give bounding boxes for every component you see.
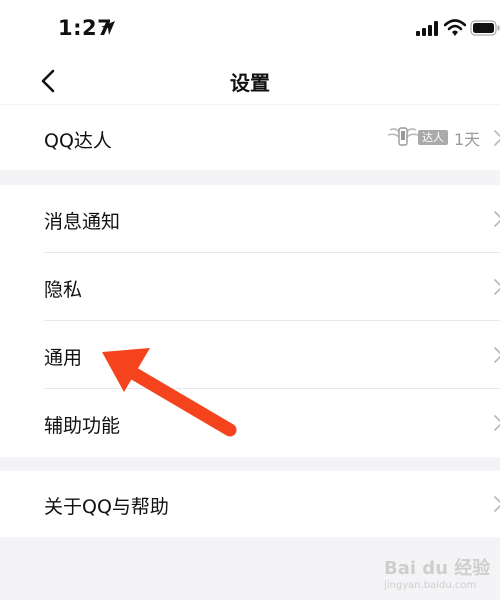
nav-bar: 设置 xyxy=(0,58,500,104)
settings-row-privacy[interactable]: 隐私 xyxy=(0,253,500,321)
baidu-jingyan-watermark: Bai du 经验 jingyan.baidu.com xyxy=(380,548,500,600)
daren-days-value: 1天 xyxy=(454,130,481,149)
battery-icon xyxy=(470,20,500,36)
settings-row-accessibility[interactable]: 辅助功能 xyxy=(0,389,500,457)
row-label: 隐私 xyxy=(44,279,83,301)
settings-row-qq-daren[interactable]: QQ达人 达人 1天 xyxy=(0,105,500,170)
wifi-icon xyxy=(444,19,466,36)
settings-row-about-help[interactable]: 关于QQ与帮助 xyxy=(0,471,500,537)
watermark-text: Bai du 经验 xyxy=(384,558,491,579)
chevron-right-icon xyxy=(494,347,500,363)
row-label: 关于QQ与帮助 xyxy=(44,496,169,518)
page-title: 设置 xyxy=(230,71,270,95)
row-label: QQ达人 xyxy=(44,130,112,152)
row-label: 辅助功能 xyxy=(44,415,121,437)
chevron-right-icon xyxy=(494,130,500,146)
settings-row-notifications[interactable]: 消息通知 xyxy=(0,185,500,253)
location-arrow-icon xyxy=(101,21,115,35)
settings-row-general[interactable]: 通用 xyxy=(0,321,500,389)
watermark-url: jingyan.baidu.com xyxy=(384,580,477,591)
cellular-signal-icon xyxy=(416,21,438,36)
daren-badge-text: 达人 xyxy=(422,131,444,144)
chevron-right-icon xyxy=(494,496,500,512)
chevron-right-icon xyxy=(494,279,500,295)
chevron-right-icon xyxy=(494,211,500,227)
chevron-right-icon xyxy=(494,415,500,431)
row-label: 通用 xyxy=(44,347,83,369)
row-label: 消息通知 xyxy=(44,211,121,233)
status-bar: 1:27 xyxy=(0,0,500,58)
